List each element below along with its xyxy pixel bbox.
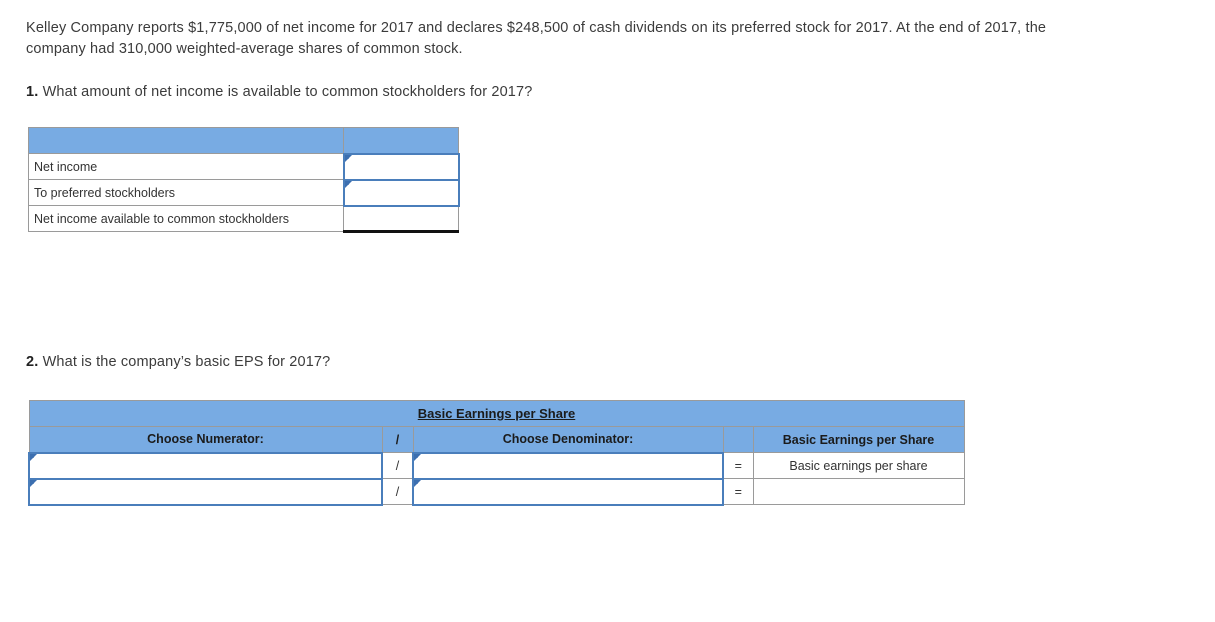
table-row: To preferred stockholders [28, 178, 460, 207]
input-net-income[interactable] [342, 152, 460, 181]
input-numerator-row-2-value [30, 485, 36, 499]
divider-symbol-row-2: / [381, 478, 414, 505]
question-1-text: What amount of net income is available t… [42, 84, 533, 100]
question-1-number: 1. [26, 84, 39, 100]
eps-header-row: Choose Numerator: / Choose Denominator: … [28, 426, 965, 453]
input-to-preferred-stockholders[interactable] [342, 178, 460, 207]
basic-eps-table: Basic Earnings per Share Choose Numerato… [28, 400, 965, 506]
question-2: 2. What is the company’s basic EPS for 2… [26, 352, 330, 372]
input-corner-arrow-icon [30, 479, 37, 487]
input-net-income-value [345, 160, 351, 174]
table-row: Net income [28, 152, 460, 181]
table-row: Net income available to common stockhold… [28, 205, 459, 233]
result-row-2 [752, 478, 965, 505]
equals-symbol-row-2: = [722, 478, 754, 505]
row-label-net-income-available: Net income available to common stockhold… [28, 205, 344, 232]
input-numerator-row-1-value [30, 459, 36, 473]
question-2-text: What is the company’s basic EPS for 2017… [42, 354, 331, 370]
column-header-equals [722, 426, 754, 453]
eps-table-title: Basic Earnings per Share [28, 400, 965, 427]
table-header-row [28, 127, 459, 154]
header-cell-amount [343, 127, 459, 154]
column-header-denominator: Choose Denominator: [412, 426, 724, 453]
row-label-to-preferred-stockholders: To preferred stockholders [28, 179, 344, 206]
eps-table-title-text: Basic Earnings per Share [417, 406, 576, 421]
output-net-income-available [343, 205, 459, 233]
input-corner-arrow-icon [30, 453, 37, 461]
column-header-divider: / [381, 426, 414, 453]
problem-statement: Kelley Company reports $1,775,000 of net… [26, 20, 1047, 57]
table-row: / = [28, 477, 965, 506]
input-corner-arrow-icon [344, 180, 352, 188]
question-2-number: 2. [26, 354, 39, 370]
eps-title-row: Basic Earnings per Share [28, 400, 965, 427]
input-denominator-row-2[interactable] [412, 477, 724, 506]
question-1: 1. What amount of net income is availabl… [26, 82, 532, 102]
input-corner-arrow-icon [344, 154, 352, 162]
table-row: / = Basic earnings per share [28, 451, 965, 480]
input-numerator-row-2[interactable] [28, 477, 383, 506]
header-cell-label [28, 127, 344, 154]
result-row-1: Basic earnings per share [752, 452, 965, 479]
equals-symbol-row-1: = [722, 452, 754, 479]
input-denominator-row-1[interactable] [412, 451, 724, 480]
column-header-result: Basic Earnings per Share [752, 426, 965, 453]
input-numerator-row-1[interactable] [28, 451, 383, 480]
column-header-numerator: Choose Numerator: [28, 426, 383, 453]
net-income-table: Net income To preferred stockholders Net… [28, 127, 460, 233]
input-denominator-row-1-value [414, 459, 420, 473]
input-corner-arrow-icon [414, 453, 421, 461]
divider-symbol-row-1: / [381, 452, 414, 479]
input-to-preferred-stockholders-value [345, 186, 351, 200]
row-label-net-income: Net income [28, 153, 344, 180]
input-corner-arrow-icon [414, 479, 421, 487]
input-denominator-row-2-value [414, 485, 420, 499]
